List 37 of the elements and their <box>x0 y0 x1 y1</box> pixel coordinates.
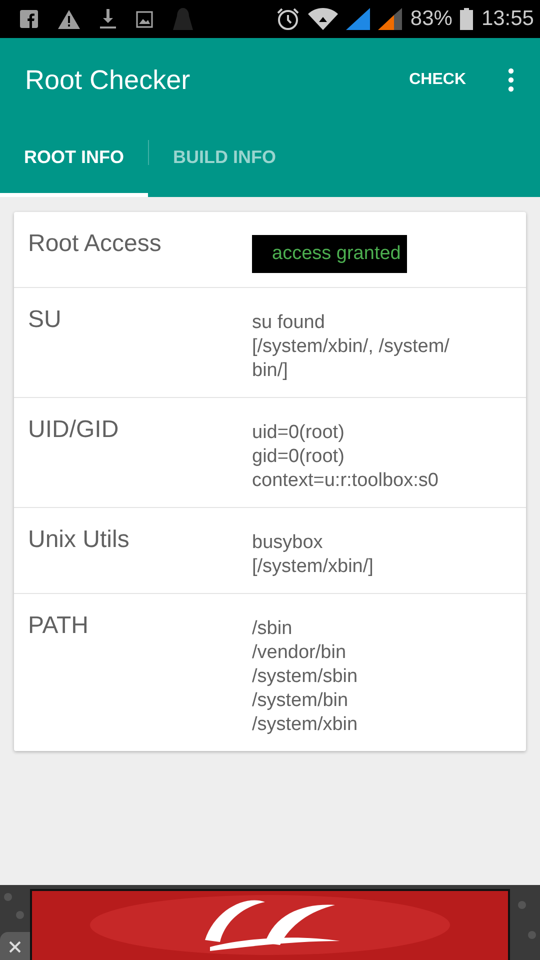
info-value: /system/sbin <box>252 665 358 689</box>
close-icon[interactable] <box>0 932 30 960</box>
info-value: /sbin <box>252 617 294 641</box>
info-value: /vendor/bin <box>252 641 348 665</box>
info-value: [/system/xbin/] <box>252 555 374 579</box>
facebook-icon <box>20 10 38 28</box>
battery-percentage: 83% <box>410 7 452 31</box>
download-icon <box>100 9 116 29</box>
info-value: gid=0(root) <box>252 445 346 469</box>
info-value: [/system/xbin/, /system/ <box>252 335 450 359</box>
info-value: uid=0(root) <box>252 421 346 445</box>
info-value: /system/xbin <box>252 713 358 737</box>
info-label: UID/GID <box>28 416 120 445</box>
info-value: access granted <box>252 235 407 273</box>
info-value: busybox <box>252 531 324 555</box>
image-icon <box>136 10 153 28</box>
info-value: /system/bin <box>252 689 350 713</box>
check-button[interactable]: CHECK <box>401 63 474 97</box>
clock: 13:55 <box>481 7 534 31</box>
info-value: su found <box>252 311 326 335</box>
wifi-icon <box>308 8 338 30</box>
tab[interactable]: BUILD INFO <box>149 122 300 197</box>
info-value: context=u:r:toolbox:s0 <box>252 469 438 493</box>
info-label: PATH <box>28 612 90 641</box>
warning-icon <box>58 10 80 28</box>
signal-icon <box>378 8 402 30</box>
info-label: SU <box>28 306 62 335</box>
battery-icon <box>460 8 474 30</box>
more-options-icon[interactable] <box>508 68 514 92</box>
info-label: Unix Utils <box>28 526 130 555</box>
tab[interactable]: ROOT INFO <box>0 122 148 197</box>
info-value: bin/] <box>252 359 289 383</box>
alarm-icon <box>276 7 300 31</box>
hooded-figure-icon <box>173 8 193 30</box>
app-title: Root Checker <box>25 64 192 96</box>
info-label: Root Access <box>28 230 162 259</box>
signal-icon <box>346 8 370 30</box>
